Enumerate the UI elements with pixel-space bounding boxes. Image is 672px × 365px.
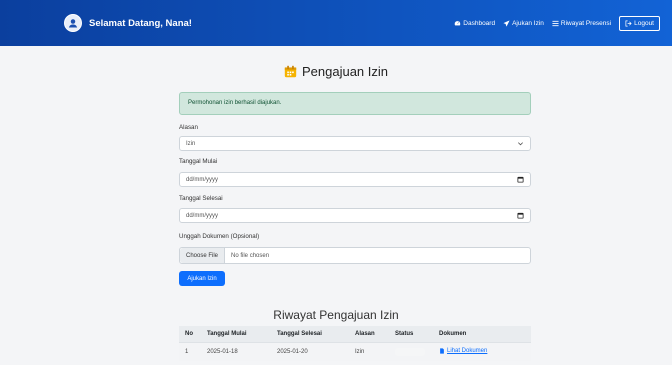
file-status: No file chosen bbox=[231, 252, 270, 259]
status-badge: Pending bbox=[395, 348, 426, 356]
alasan-select[interactable]: Izin bbox=[179, 136, 531, 151]
col-tanggal-mulai: Tanggal Mulai bbox=[201, 326, 271, 343]
nav-riwayat-presensi[interactable]: Riwayat Presensi bbox=[552, 20, 611, 27]
dokumen-label: Unggah Dokumen (Opsional) bbox=[179, 233, 260, 240]
brand[interactable]: Selamat Datang, Nana! bbox=[64, 14, 192, 32]
nav-ajukan-izin-label: Ajukan Izin bbox=[512, 19, 544, 27]
cell-tanggal-selesai: 2025-01-20 bbox=[271, 342, 349, 361]
tanggal-selesai-label: Tanggal Selesai bbox=[179, 195, 223, 202]
col-no: No bbox=[179, 326, 201, 343]
nav-riwayat-presensi-label: Riwayat Presensi bbox=[560, 19, 612, 27]
top-navbar: Selamat Datang, Nana! Dashboard Ajukan I… bbox=[0, 0, 672, 46]
file-icon bbox=[440, 348, 444, 354]
choose-file-button[interactable]: Choose File bbox=[180, 248, 226, 263]
nav-dashboard[interactable]: Dashboard bbox=[454, 20, 495, 27]
dokumen-file-input[interactable]: Choose File No file chosen bbox=[179, 247, 531, 264]
tanggal-selesai-input[interactable]: dd/mm/yyyy bbox=[179, 208, 531, 223]
dashboard-icon bbox=[454, 20, 461, 26]
alasan-label: Alasan bbox=[179, 124, 198, 131]
welcome-text: Selamat Datang, Nana! bbox=[89, 17, 192, 29]
table-row: 1 2025-01-18 2025-01-20 Izin Pending Lih… bbox=[179, 342, 531, 361]
cell-no: 1 bbox=[179, 342, 201, 361]
col-tanggal-selesai: Tanggal Selesai bbox=[271, 326, 349, 343]
col-alasan: Alasan bbox=[349, 326, 389, 343]
lihat-dokumen-label: Lihat Dokumen bbox=[447, 348, 488, 354]
tanggal-selesai-placeholder: dd/mm/yyyy bbox=[186, 212, 219, 219]
nav-ajukan-izin[interactable]: Ajukan Izin bbox=[503, 20, 544, 27]
cell-status: Pending bbox=[389, 342, 433, 361]
cell-dokumen: Lihat Dokumen bbox=[433, 342, 531, 361]
avatar bbox=[64, 14, 82, 32]
cell-alasan: Izin bbox=[349, 342, 389, 361]
tanggal-mulai-placeholder: dd/mm/yyyy bbox=[186, 176, 219, 183]
success-alert: Permohonan izin berhasil diajukan. bbox=[179, 92, 531, 115]
table-header-row: No Tanggal Mulai Tanggal Selesai Alasan … bbox=[179, 326, 531, 343]
calendar-picker-icon[interactable] bbox=[517, 176, 524, 183]
cell-tanggal-mulai: 2025-01-18 bbox=[201, 342, 271, 361]
calendar-picker-icon[interactable] bbox=[517, 212, 524, 219]
logout-label: Logout bbox=[634, 19, 654, 27]
calendar-icon bbox=[284, 65, 297, 78]
nav-dashboard-label: Dashboard bbox=[463, 19, 496, 27]
lihat-dokumen-link[interactable]: Lihat Dokumen bbox=[439, 348, 487, 354]
ajukan-izin-button[interactable]: Ajukan Izin bbox=[179, 271, 225, 286]
col-status: Status bbox=[389, 326, 433, 343]
col-dokumen: Dokumen bbox=[433, 326, 531, 343]
chevron-down-icon bbox=[518, 142, 523, 146]
logout-icon bbox=[625, 20, 632, 26]
page-title: Pengajuan Izin bbox=[0, 64, 672, 79]
alasan-value: Izin bbox=[186, 140, 196, 147]
list-icon bbox=[552, 20, 559, 26]
history-table: No Tanggal Mulai Tanggal Selesai Alasan … bbox=[179, 326, 531, 361]
send-icon bbox=[503, 19, 510, 27]
tanggal-mulai-input[interactable]: dd/mm/yyyy bbox=[179, 172, 531, 187]
tanggal-mulai-label: Tanggal Mulai bbox=[179, 158, 218, 165]
logout-button[interactable]: Logout bbox=[619, 15, 660, 31]
page-title-text: Pengajuan Izin bbox=[301, 64, 388, 79]
history-title: Riwayat Pengajuan Izin bbox=[273, 308, 399, 322]
